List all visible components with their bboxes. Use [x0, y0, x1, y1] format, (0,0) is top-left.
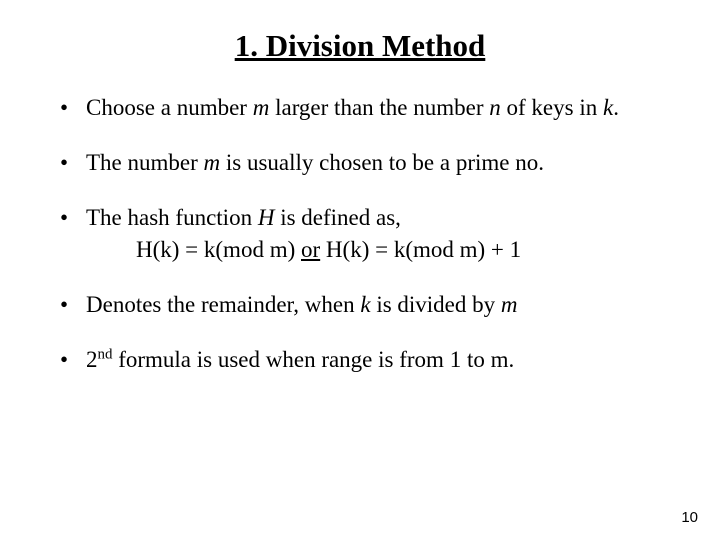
bullet-item-4: Denotes the remainder, when k is divided… [68, 291, 680, 320]
text: 2 [86, 347, 98, 372]
text: Choose a number [86, 95, 253, 120]
text: Denotes the remainder, when [86, 292, 360, 317]
text: The number [86, 150, 204, 175]
formula-b: H(k) = k(mod m) + 1 [320, 237, 521, 262]
var-n: n [489, 95, 501, 120]
bullet-item-5: 2nd formula is used when range is from 1… [68, 346, 680, 375]
text: larger than the number [269, 95, 489, 120]
var-k: k [603, 95, 613, 120]
slide: 1. Division Method Choose a number m lar… [0, 0, 720, 540]
text: is defined as, [274, 205, 400, 230]
text: is divided by [371, 292, 501, 317]
text: is usually chosen to be a prime no. [220, 150, 544, 175]
formula-line: H(k) = k(mod m) or H(k) = k(mod m) + 1 [86, 236, 680, 265]
text: . [613, 95, 619, 120]
var-m: m [501, 292, 518, 317]
text: formula is used when range is from 1 to … [112, 347, 514, 372]
page-number: 10 [681, 509, 698, 526]
bullet-item-1: Choose a number m larger than the number… [68, 94, 680, 123]
bullet-list: Choose a number m larger than the number… [40, 94, 680, 375]
var-k: k [360, 292, 370, 317]
var-H: H [258, 205, 275, 230]
formula-a: H(k) = k(mod m) [136, 237, 301, 262]
var-m: m [253, 95, 270, 120]
ordinal-suffix: nd [98, 346, 113, 362]
text: of keys in [501, 95, 603, 120]
or-underline: or [301, 237, 320, 262]
text: The hash function [86, 205, 258, 230]
bullet-item-3: The hash function H is defined as, H(k) … [68, 204, 680, 266]
bullet-item-2: The number m is usually chosen to be a p… [68, 149, 680, 178]
slide-title: 1. Division Method [40, 28, 680, 64]
var-m: m [204, 150, 221, 175]
